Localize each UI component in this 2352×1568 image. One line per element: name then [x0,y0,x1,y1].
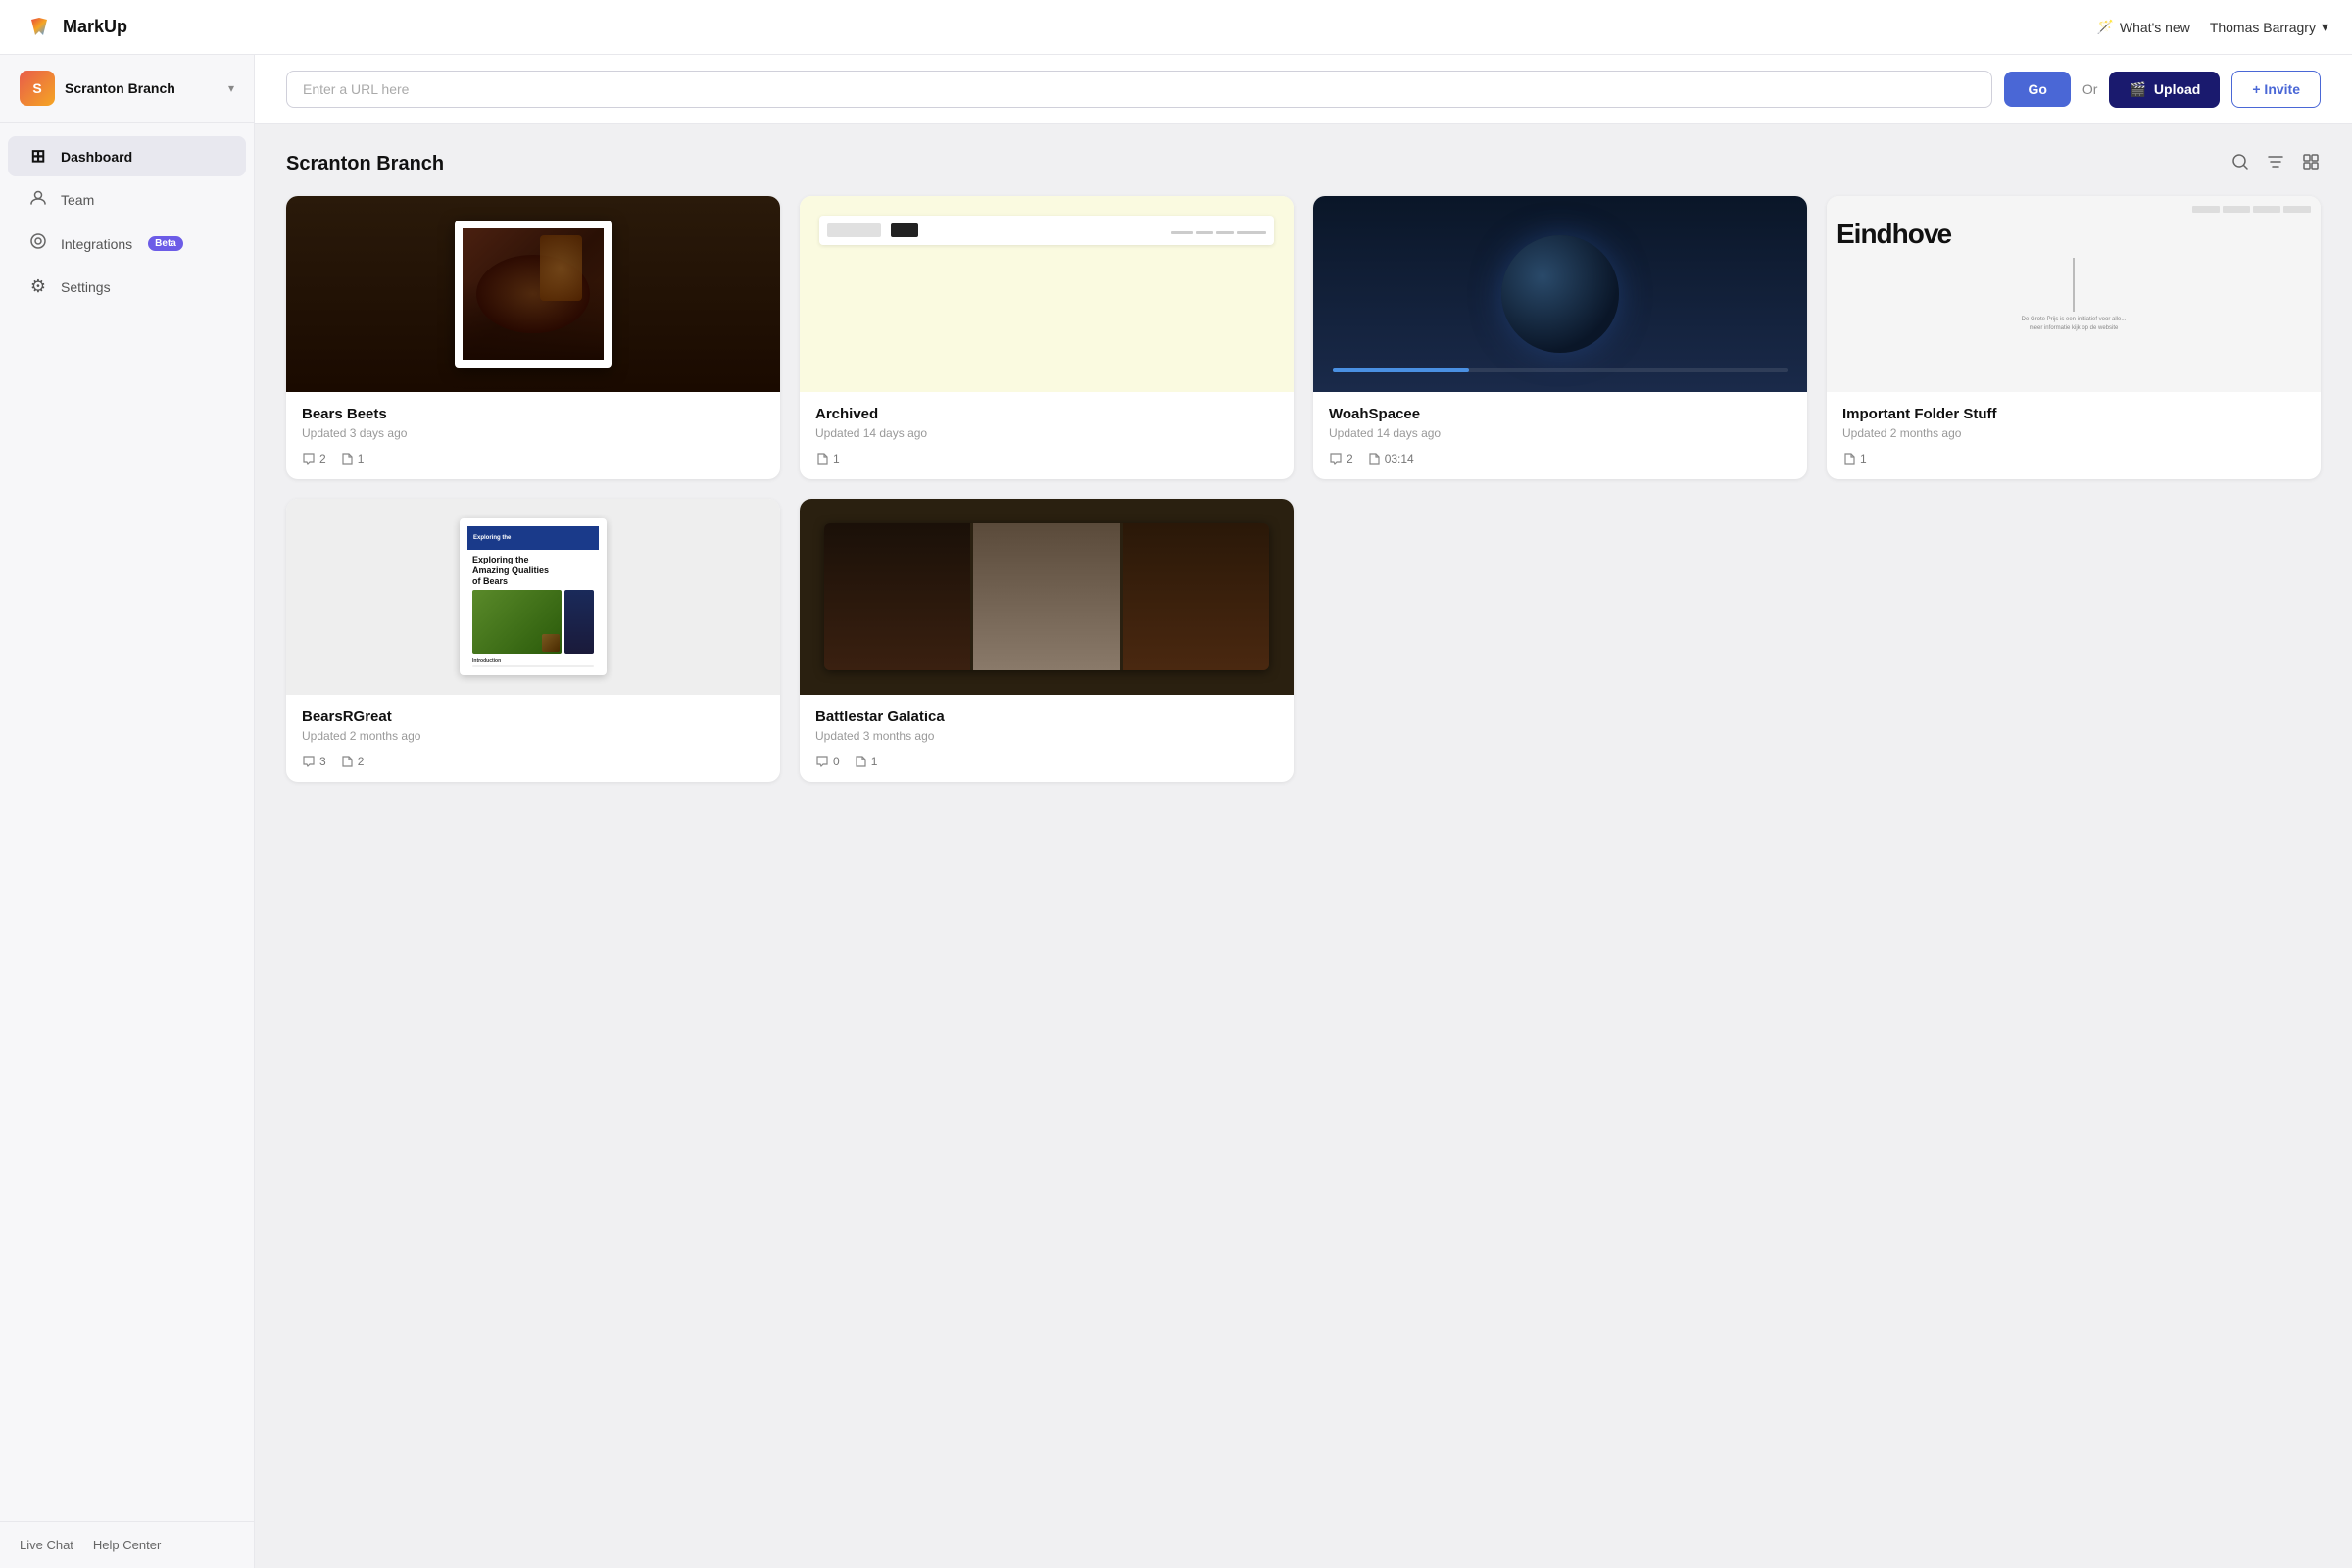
project-card-important-folder-stuff[interactable]: Eindhove De Grote Prijs is een initiatie… [1827,196,2321,479]
whats-new-label: What's new [2120,20,2190,35]
workspace-name: Scranton Branch [65,80,219,96]
project-updated: Updated 14 days ago [1329,426,1791,440]
project-meta: 1 [815,452,1278,466]
sidebar-item-label: Settings [61,279,111,295]
project-info: BearsRGreat Updated 2 months ago 3 2 [286,695,780,782]
sidebar-item-label: Team [61,192,94,208]
project-thumbnail: Exploring the Exploring theAmazing Quali… [286,499,780,695]
app-logo[interactable]: MarkUp [24,12,127,43]
top-navigation: MarkUp 🪄 What's new Thomas Barragry ▾ [0,0,2352,55]
project-info: Archived Updated 14 days ago 1 [800,392,1294,479]
url-input[interactable] [286,71,1992,108]
project-thumbnail [286,196,780,392]
comment-count: 2 [1329,452,1353,466]
dashboard-header: Scranton Branch [286,152,2321,176]
project-card-woah-spacee[interactable]: WoahSpacee Updated 14 days ago 2 03:14 [1313,196,1807,479]
upload-icon: 🎬 [2129,81,2145,98]
sidebar-bottom: Live Chat Help Center [0,1521,254,1568]
sidebar: S Scranton Branch ▾ ⊞ Dashboard Team Int… [0,55,255,1568]
integrations-icon [27,232,49,255]
team-icon [27,188,49,211]
sidebar-item-integrations[interactable]: Integrations Beta [8,222,246,265]
settings-icon: ⚙ [27,276,49,297]
workspace-chevron-icon: ▾ [228,81,234,95]
sidebar-item-label: Dashboard [61,149,132,165]
project-info: WoahSpacee Updated 14 days ago 2 03:14 [1313,392,1807,479]
or-separator: Or [2082,81,2098,97]
project-name: WoahSpacee [1329,406,1791,422]
dashboard-icon: ⊞ [27,146,49,167]
dashboard-actions [2230,152,2321,176]
project-info: Important Folder Stuff Updated 2 months … [1827,392,2321,479]
dashboard-content: Scranton Branch [255,124,2352,1568]
url-input-wrapper [286,71,1992,108]
project-card-battlestar-galatica[interactable]: Battlestar Galatica Updated 3 months ago… [800,499,1294,782]
workspace-selector[interactable]: S Scranton Branch ▾ [0,55,254,122]
project-name: Battlestar Galatica [815,709,1278,725]
upload-button[interactable]: 🎬 Upload [2109,72,2220,108]
projects-grid: Bears Beets Updated 3 days ago 2 1 [286,196,2321,782]
comment-count: 0 [815,755,840,768]
help-center-link[interactable]: Help Center [93,1538,161,1552]
main-layout: S Scranton Branch ▾ ⊞ Dashboard Team Int… [0,55,2352,1568]
project-updated: Updated 3 months ago [815,729,1278,743]
project-name: Important Folder Stuff [1842,406,2305,422]
file-count: 2 [340,755,365,768]
project-name: Bears Beets [302,406,764,422]
project-card-bears-beets[interactable]: Bears Beets Updated 3 days ago 2 1 [286,196,780,479]
app-name: MarkUp [63,17,127,37]
whats-new-button[interactable]: 🪄 What's new [2096,19,2189,35]
project-meta: 1 [1842,452,2305,466]
project-info: Battlestar Galatica Updated 3 months ago… [800,695,1294,782]
workspace-avatar: S [20,71,55,106]
project-info: Bears Beets Updated 3 days ago 2 1 [286,392,780,479]
project-thumbnail [1313,196,1807,392]
comment-count: 2 [302,452,326,466]
sort-button[interactable] [2266,152,2285,176]
project-updated: Updated 2 months ago [1842,426,2305,440]
project-updated: Updated 14 days ago [815,426,1278,440]
sidebar-item-team[interactable]: Team [8,178,246,220]
dashboard-title: Scranton Branch [286,153,444,175]
file-count: 1 [340,452,365,466]
comment-count: 3 [302,755,326,768]
chevron-down-icon: ▾ [2322,19,2328,35]
file-count: 1 [854,755,878,768]
project-meta: 2 1 [302,452,764,466]
grid-view-button[interactable] [2301,152,2321,176]
invite-button[interactable]: + Invite [2231,71,2321,108]
sidebar-item-settings[interactable]: ⚙ Settings [8,267,246,307]
sparkle-icon: 🪄 [2096,19,2113,35]
duration: 03:14 [1367,452,1414,466]
topnav-right: 🪄 What's new Thomas Barragry ▾ [2096,19,2328,35]
user-name: Thomas Barragry [2210,20,2316,35]
project-updated: Updated 2 months ago [302,729,764,743]
file-count: 1 [815,452,840,466]
main-content: Go Or 🎬 Upload + Invite Scranton Branch [255,55,2352,1568]
live-chat-link[interactable]: Live Chat [20,1538,74,1552]
project-updated: Updated 3 days ago [302,426,764,440]
upload-label: Upload [2154,81,2200,97]
project-thumbnail: Eindhove De Grote Prijs is een initiatie… [1827,196,2321,392]
project-meta: 2 03:14 [1329,452,1791,466]
sidebar-item-label: Integrations [61,236,132,252]
project-name: BearsRGreat [302,709,764,725]
project-thumbnail [800,499,1294,695]
project-meta: 0 1 [815,755,1278,768]
user-menu[interactable]: Thomas Barragry ▾ [2210,19,2328,35]
url-bar-area: Go Or 🎬 Upload + Invite [255,55,2352,124]
beta-badge: Beta [148,236,183,251]
file-count: 1 [1842,452,1867,466]
project-card-archived[interactable]: Archived Updated 14 days ago 1 [800,196,1294,479]
nav-items: ⊞ Dashboard Team Integrations Beta ⚙ Set… [0,122,254,1521]
search-button[interactable] [2230,152,2250,176]
go-button[interactable]: Go [2004,72,2070,107]
project-card-bears-r-great[interactable]: Exploring the Exploring theAmazing Quali… [286,499,780,782]
sidebar-item-dashboard[interactable]: ⊞ Dashboard [8,136,246,176]
project-name: Archived [815,406,1278,422]
project-thumbnail [800,196,1294,392]
project-meta: 3 2 [302,755,764,768]
